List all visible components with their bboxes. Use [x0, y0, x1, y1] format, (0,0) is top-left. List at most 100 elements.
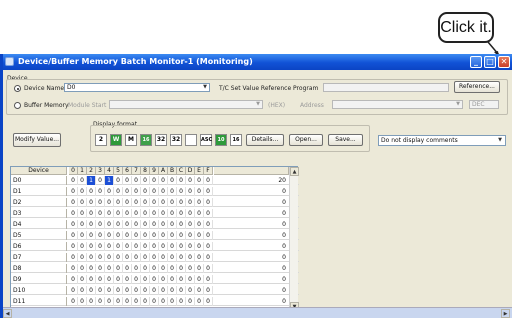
bit-cell[interactable]: 0 [195, 264, 204, 273]
bit-cell[interactable]: 0 [69, 198, 78, 207]
vertical-scrollbar[interactable]: ▲ ▼ [289, 167, 299, 311]
bit-cell[interactable]: 0 [204, 242, 213, 251]
bit-cell[interactable]: 0 [132, 209, 141, 218]
device-cell[interactable]: D7 [11, 253, 67, 262]
bit-cell[interactable]: 0 [159, 231, 168, 240]
bit-cell[interactable]: 0 [105, 253, 114, 262]
bit-cell[interactable]: 0 [177, 264, 186, 273]
table-row[interactable]: D3 0 0 0 0 0 0 0 0 0 0 0 0 0 0 0 0 0 [11, 209, 299, 218]
device-name-dropdown-icon[interactable]: ▼ [201, 84, 209, 91]
bit-cell[interactable]: 0 [123, 264, 132, 273]
value-cell[interactable]: 0 [214, 275, 289, 284]
value-cell[interactable]: 0 [214, 242, 289, 251]
bit-cell[interactable]: 0 [132, 187, 141, 196]
bit-cell[interactable]: 0 [177, 209, 186, 218]
comments-dropdown-icon[interactable]: ▼ [496, 137, 504, 144]
bit-cell[interactable]: 0 [159, 176, 168, 185]
bit-cell[interactable]: 0 [141, 286, 150, 295]
bit-cell[interactable]: 0 [105, 242, 114, 251]
table-row[interactable]: D4 0 0 0 0 0 0 0 0 0 0 0 0 0 0 0 0 0 [11, 220, 299, 229]
bit-cell[interactable]: 0 [78, 231, 87, 240]
bit-cell[interactable]: 0 [69, 275, 78, 284]
bit-cell[interactable]: 0 [204, 275, 213, 284]
details-button[interactable]: Details... [246, 134, 284, 146]
bit-cell[interactable]: 0 [87, 198, 96, 207]
binary-format-icon[interactable]: 2 [95, 134, 107, 146]
bit-cell[interactable]: 0 [114, 242, 123, 251]
bit-cell[interactable]: 0 [186, 297, 195, 306]
bit-cell[interactable]: 0 [78, 242, 87, 251]
bit-cell[interactable]: 0 [150, 231, 159, 240]
bit-cell[interactable]: 0 [132, 275, 141, 284]
bit-cell[interactable]: 0 [132, 176, 141, 185]
bit-cell[interactable]: 0 [195, 286, 204, 295]
bit-cell[interactable]: 0 [159, 275, 168, 284]
bit-cell[interactable]: 0 [177, 176, 186, 185]
device-cell[interactable]: D3 [11, 209, 67, 218]
bit-cell[interactable]: 0 [195, 176, 204, 185]
bit-cell[interactable]: 0 [132, 242, 141, 251]
bit-cell[interactable]: 0 [168, 220, 177, 229]
ascii-format-icon[interactable]: ASC [200, 134, 212, 146]
bit-cell[interactable]: 0 [141, 209, 150, 218]
bit-cell[interactable]: 0 [96, 209, 105, 218]
bit-cell[interactable]: 0 [78, 286, 87, 295]
bit-cell[interactable]: 0 [114, 286, 123, 295]
bit-cell[interactable]: 0 [168, 242, 177, 251]
bit-cell[interactable]: 0 [123, 220, 132, 229]
bit-cell[interactable]: 0 [114, 220, 123, 229]
device-name-input[interactable]: D0 [64, 83, 210, 92]
bit-cell[interactable]: 0 [78, 209, 87, 218]
bit-cell[interactable]: 0 [96, 176, 105, 185]
bit-cell[interactable]: 0 [78, 264, 87, 273]
bit-cell[interactable]: 0 [105, 187, 114, 196]
bit-cell[interactable]: 0 [195, 242, 204, 251]
device-cell[interactable]: D4 [11, 220, 67, 229]
bit-cell[interactable]: 0 [123, 242, 132, 251]
bit-cell[interactable]: 0 [141, 242, 150, 251]
bit-cell[interactable]: 0 [132, 286, 141, 295]
hex-format-icon[interactable]: 16 [230, 134, 242, 146]
open-button[interactable]: Open... [289, 134, 323, 146]
bit-cell[interactable]: 0 [132, 231, 141, 240]
word-format-icon[interactable]: W [110, 134, 122, 146]
bit-cell[interactable]: 0 [186, 264, 195, 273]
bit-cell[interactable]: 0 [114, 231, 123, 240]
bit-cell[interactable]: 0 [105, 286, 114, 295]
bit-cell[interactable]: 0 [150, 209, 159, 218]
bit-cell[interactable]: 0 [195, 198, 204, 207]
table-row[interactable]: D1 0 0 0 0 0 0 0 0 0 0 0 0 0 0 0 0 0 [11, 187, 299, 196]
value-cell[interactable]: 20 [214, 176, 289, 185]
buffer-memory-radio[interactable] [14, 102, 21, 109]
bit-cell[interactable]: 0 [168, 198, 177, 207]
bit-cell[interactable]: 0 [168, 187, 177, 196]
bit-cell[interactable]: 0 [141, 198, 150, 207]
bit-cell[interactable]: 0 [69, 253, 78, 262]
32bit-float-icon[interactable]: 32 [170, 134, 182, 146]
bit-cell[interactable]: 0 [168, 264, 177, 273]
device-cell[interactable]: D2 [11, 198, 67, 207]
bit-cell[interactable]: 0 [186, 231, 195, 240]
bit-cell[interactable]: 0 [195, 209, 204, 218]
table-row[interactable]: D8 0 0 0 0 0 0 0 0 0 0 0 0 0 0 0 0 0 [11, 264, 299, 273]
bit-cell[interactable]: 0 [105, 297, 114, 306]
bit-cell[interactable]: 0 [132, 297, 141, 306]
bit-cell[interactable]: 0 [204, 253, 213, 262]
bit-cell[interactable]: 0 [87, 187, 96, 196]
device-cell[interactable]: D9 [11, 275, 67, 284]
bit-cell[interactable]: 0 [105, 198, 114, 207]
bit-cell[interactable]: 0 [123, 187, 132, 196]
bit-cell[interactable]: 0 [69, 297, 78, 306]
bit-cell[interactable]: 0 [177, 231, 186, 240]
bit-cell[interactable]: 1 [87, 176, 96, 185]
bit-cell[interactable]: 0 [69, 286, 78, 295]
bit-cell[interactable]: 0 [114, 198, 123, 207]
bit-cell[interactable]: 0 [123, 286, 132, 295]
bit-cell[interactable]: 0 [87, 253, 96, 262]
device-cell[interactable]: D11 [11, 297, 67, 306]
bit-cell[interactable]: 0 [96, 187, 105, 196]
bit-cell[interactable]: 0 [150, 253, 159, 262]
bit-cell[interactable]: 0 [204, 231, 213, 240]
bit-cell[interactable]: 0 [141, 176, 150, 185]
bit-cell[interactable]: 0 [78, 198, 87, 207]
